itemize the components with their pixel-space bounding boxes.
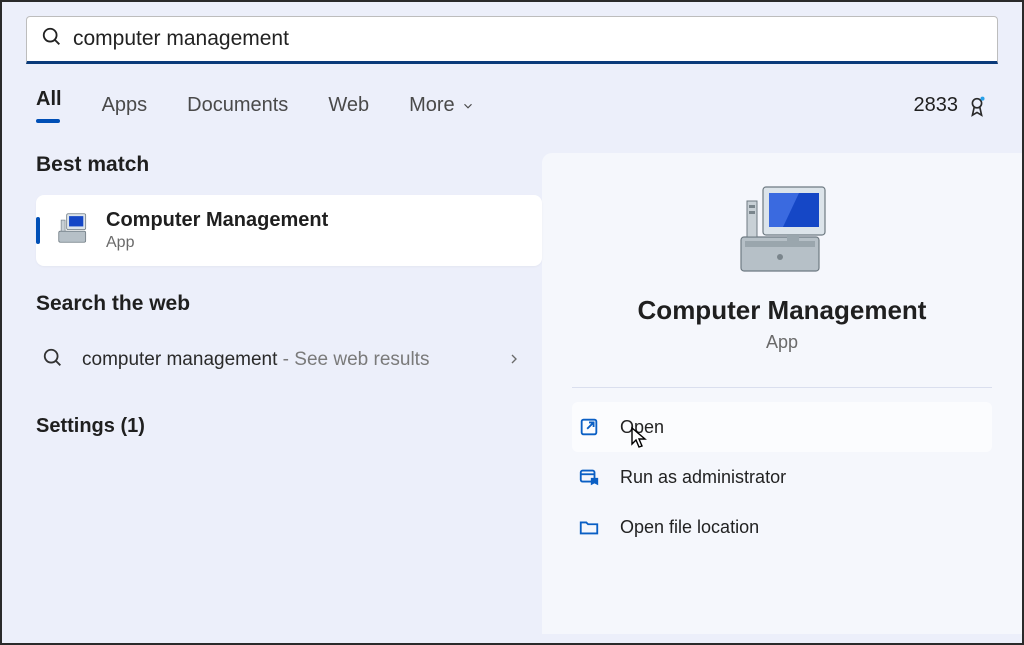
action-open-location-label: Open file location bbox=[620, 517, 759, 538]
action-open[interactable]: Open bbox=[572, 402, 992, 452]
tab-more-label: More bbox=[409, 94, 455, 117]
search-icon bbox=[42, 347, 64, 374]
chevron-right-icon bbox=[506, 347, 522, 373]
tab-more[interactable]: More bbox=[409, 94, 475, 117]
action-open-label: Open bbox=[620, 417, 664, 438]
action-run-admin[interactable]: Run as administrator bbox=[572, 452, 992, 502]
medal-icon bbox=[966, 95, 988, 117]
tab-apps[interactable]: Apps bbox=[102, 94, 148, 117]
settings-heading[interactable]: Settings (1) bbox=[36, 415, 542, 438]
best-match-heading: Best match bbox=[36, 153, 542, 177]
tab-documents[interactable]: Documents bbox=[187, 94, 288, 117]
tab-underline bbox=[36, 119, 60, 123]
chevron-down-icon bbox=[461, 99, 475, 113]
search-icon bbox=[41, 26, 63, 53]
folder-icon bbox=[578, 516, 600, 538]
best-match-subtitle: App bbox=[106, 234, 328, 252]
action-run-admin-label: Run as administrator bbox=[620, 467, 786, 488]
detail-subtitle: App bbox=[572, 332, 992, 353]
best-match-result[interactable]: Computer Management App bbox=[36, 195, 542, 266]
tab-web[interactable]: Web bbox=[328, 94, 369, 117]
search-bar[interactable] bbox=[26, 16, 998, 64]
computer-management-icon bbox=[54, 209, 92, 252]
detail-title: Computer Management bbox=[572, 295, 992, 326]
web-result-row[interactable]: computer management - See web results bbox=[36, 334, 542, 387]
admin-icon bbox=[578, 466, 600, 488]
web-result-text: computer management - See web results bbox=[82, 346, 488, 375]
rewards-points-value: 2833 bbox=[914, 94, 959, 117]
action-open-location[interactable]: Open file location bbox=[572, 502, 992, 552]
rewards-points[interactable]: 2833 bbox=[914, 94, 989, 117]
search-input[interactable] bbox=[73, 27, 983, 51]
best-match-title: Computer Management bbox=[106, 209, 328, 232]
computer-management-icon-large bbox=[572, 181, 992, 281]
tab-all[interactable]: All bbox=[36, 88, 62, 111]
open-icon bbox=[578, 416, 600, 438]
detail-pane: Computer Management App Open Run as admi… bbox=[542, 153, 1022, 634]
divider bbox=[572, 387, 992, 388]
search-web-heading: Search the web bbox=[36, 292, 542, 316]
